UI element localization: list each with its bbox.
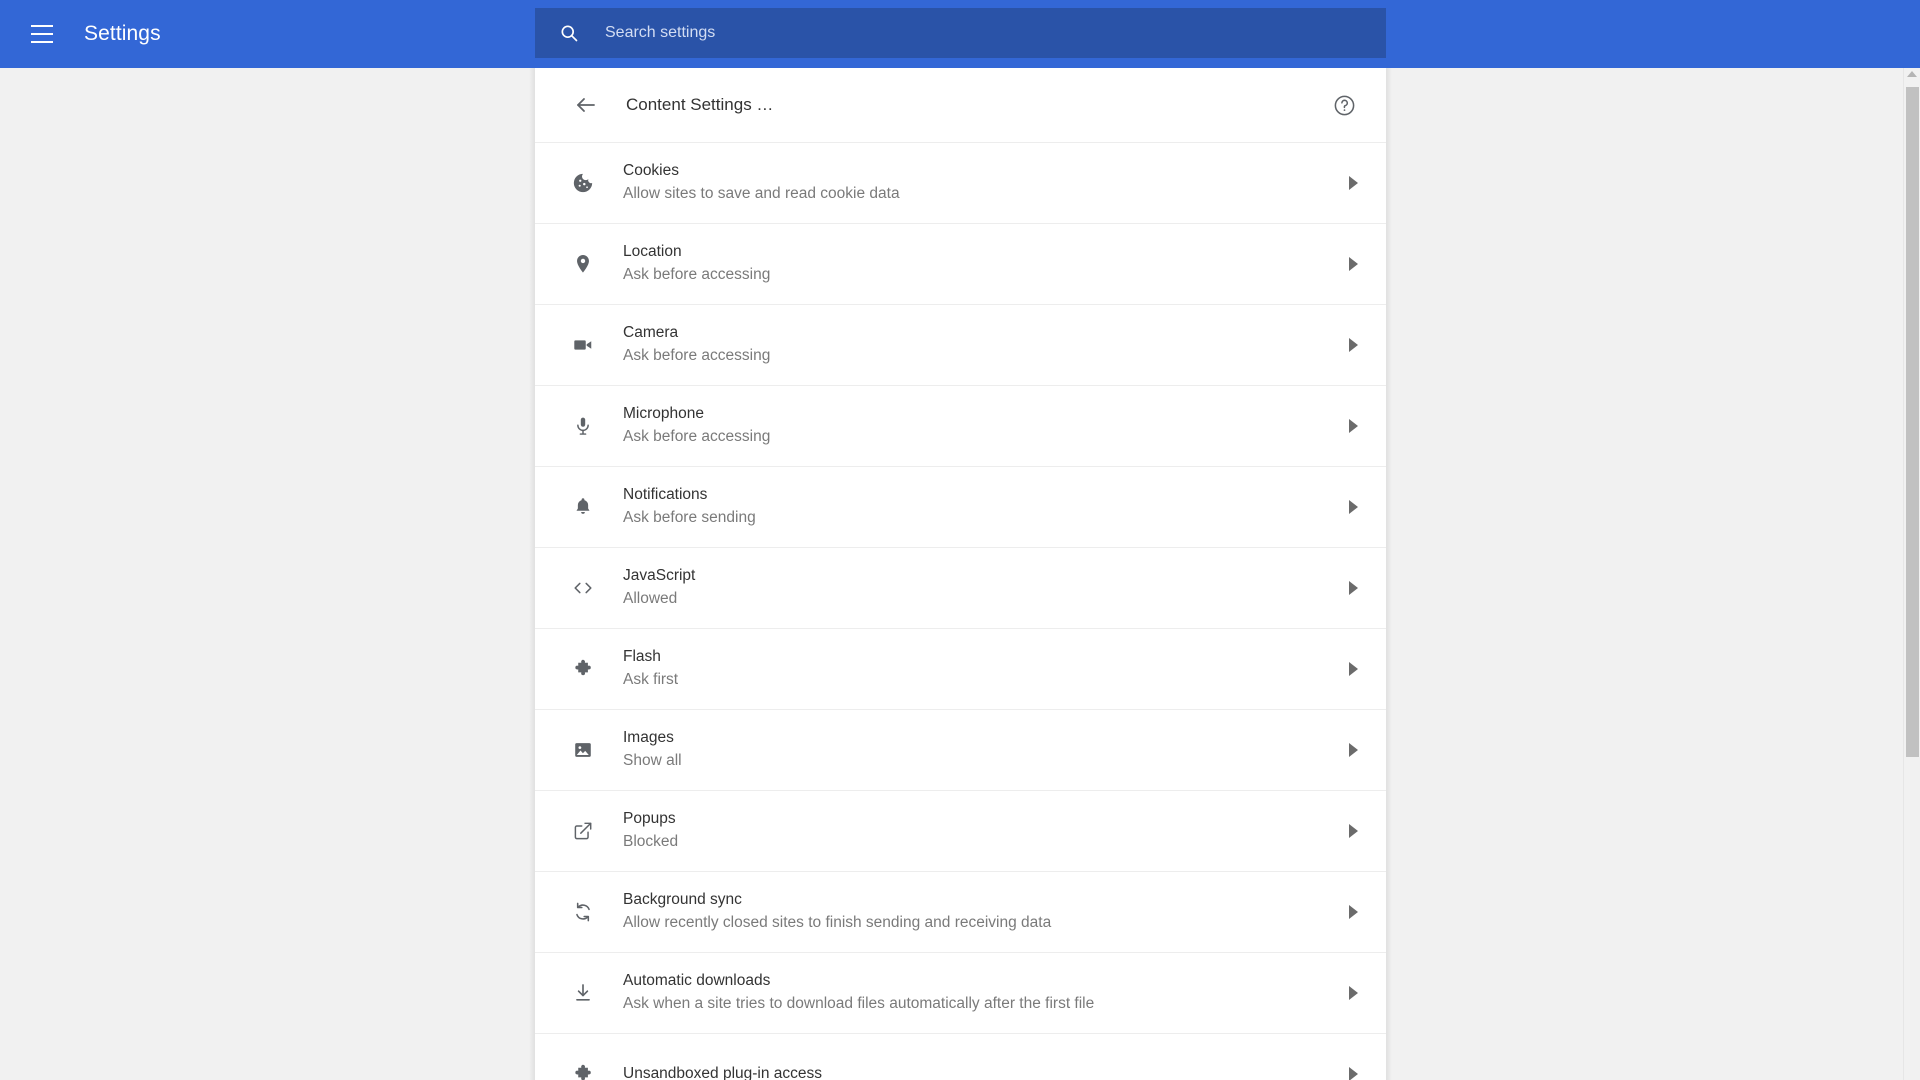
chevron-right-icon[interactable] <box>1349 176 1358 190</box>
row-subtitle: Allowed <box>623 590 678 607</box>
help-circle-icon[interactable] <box>1331 92 1357 118</box>
row-text: Images Show all <box>623 727 1386 773</box>
row-text: Background sync Allow recently closed si… <box>623 889 1386 935</box>
chevron-right-icon[interactable] <box>1349 905 1358 919</box>
video-camera-icon <box>571 333 595 357</box>
row-subtitle: Ask before sending <box>623 509 756 526</box>
settings-row-unsandboxed-plugin-access[interactable]: Unsandboxed plug-in access <box>535 1033 1386 1080</box>
download-icon <box>571 981 595 1005</box>
settings-row-flash[interactable]: Flash Ask first <box>535 628 1386 709</box>
hamburger-bar <box>31 33 53 35</box>
settings-row-automatic-downloads[interactable]: Automatic downloads Ask when a site trie… <box>535 952 1386 1033</box>
page-scrollbar[interactable] <box>1903 68 1920 1080</box>
chevron-right-icon[interactable] <box>1349 257 1358 271</box>
chevron-right-icon[interactable] <box>1349 662 1358 676</box>
sync-icon <box>571 900 595 924</box>
row-title: Automatic downloads <box>623 972 771 989</box>
chevron-right-icon[interactable] <box>1349 581 1358 595</box>
row-title: Background sync <box>623 891 742 908</box>
row-text: Cookies Allow sites to save and read coo… <box>623 160 1386 206</box>
chevron-right-icon[interactable] <box>1349 824 1358 838</box>
row-title: Camera <box>623 324 679 341</box>
content-settings-card: Content Settings … Cookies Allow sites t… <box>535 68 1386 1080</box>
row-text: Unsandboxed plug-in access <box>623 1063 1386 1080</box>
settings-list: Cookies Allow sites to save and read coo… <box>535 142 1386 1080</box>
settings-row-images[interactable]: Images Show all <box>535 709 1386 790</box>
scrollbar-thumb[interactable] <box>1906 87 1919 757</box>
chevron-right-icon[interactable] <box>1349 419 1358 433</box>
chevron-right-icon[interactable] <box>1349 743 1358 757</box>
search-icon <box>561 25 578 42</box>
settings-row-javascript[interactable]: JavaScript Allowed <box>535 547 1386 628</box>
scroll-up-arrow-icon[interactable] <box>1907 71 1917 77</box>
chevron-right-icon[interactable] <box>1349 338 1358 352</box>
puzzle-piece-icon <box>571 657 595 681</box>
row-subtitle: Blocked <box>623 833 679 850</box>
chevron-right-icon[interactable] <box>1349 986 1358 1000</box>
row-text: JavaScript Allowed <box>623 565 1386 611</box>
settings-row-popups[interactable]: Popups Blocked <box>535 790 1386 871</box>
settings-row-location[interactable]: Location Ask before accessing <box>535 223 1386 304</box>
row-subtitle: Ask before accessing <box>623 347 771 364</box>
row-title: Microphone <box>623 405 704 422</box>
settings-row-microphone[interactable]: Microphone Ask before accessing <box>535 385 1386 466</box>
bell-icon <box>571 495 595 519</box>
card-shadow-right <box>1386 68 1392 1080</box>
microphone-icon <box>571 414 595 438</box>
row-subtitle: Allow sites to save and read cookie data <box>623 185 900 202</box>
search-input[interactable] <box>605 8 1386 58</box>
hamburger-bar <box>31 41 53 43</box>
back-arrow-icon[interactable] <box>573 92 599 118</box>
image-icon <box>571 738 595 762</box>
row-subtitle: Ask before accessing <box>623 266 771 283</box>
plugin-icon <box>571 1062 595 1080</box>
row-title: Cookies <box>623 162 679 179</box>
external-link-icon <box>571 819 595 843</box>
hamburger-menu-icon[interactable] <box>27 19 57 49</box>
settings-row-background-sync[interactable]: Background sync Allow recently closed si… <box>535 871 1386 952</box>
app-title: Settings <box>84 22 161 45</box>
row-text: Microphone Ask before accessing <box>623 403 1386 449</box>
settings-row-notifications[interactable]: Notifications Ask before sending <box>535 466 1386 547</box>
row-subtitle: Ask before accessing <box>623 428 771 445</box>
location-pin-icon <box>571 252 595 276</box>
row-text: Location Ask before accessing <box>623 241 1386 287</box>
cookie-icon <box>571 171 595 195</box>
chevron-right-icon[interactable] <box>1349 500 1358 514</box>
row-subtitle: Ask first <box>623 671 679 688</box>
row-text: Popups Blocked <box>623 808 1386 854</box>
code-brackets-icon <box>571 576 595 600</box>
row-subtitle: Show all <box>623 752 682 769</box>
row-title: Images <box>623 729 674 746</box>
row-title: Flash <box>623 648 661 665</box>
page-title: Content Settings … <box>626 95 774 114</box>
card-header: Content Settings … <box>535 68 1386 142</box>
row-text: Automatic downloads Ask when a site trie… <box>623 970 1386 1016</box>
row-title: Notifications <box>623 486 708 503</box>
row-text: Camera Ask before accessing <box>623 322 1386 368</box>
row-title: Popups <box>623 810 676 827</box>
row-title: Unsandboxed plug-in access <box>623 1065 823 1080</box>
hamburger-bar <box>31 25 53 27</box>
search-settings-box[interactable] <box>535 8 1386 58</box>
row-text: Notifications Ask before sending <box>623 484 1386 530</box>
chevron-right-icon[interactable] <box>1349 1067 1358 1080</box>
row-subtitle: Allow recently closed sites to finish se… <box>623 914 1052 931</box>
row-text: Flash Ask first <box>623 646 1386 692</box>
row-title: Location <box>623 243 682 260</box>
settings-row-cookies[interactable]: Cookies Allow sites to save and read coo… <box>535 142 1386 223</box>
settings-row-camera[interactable]: Camera Ask before accessing <box>535 304 1386 385</box>
row-subtitle: Ask when a site tries to download files … <box>623 995 1095 1012</box>
row-title: JavaScript <box>623 567 696 584</box>
